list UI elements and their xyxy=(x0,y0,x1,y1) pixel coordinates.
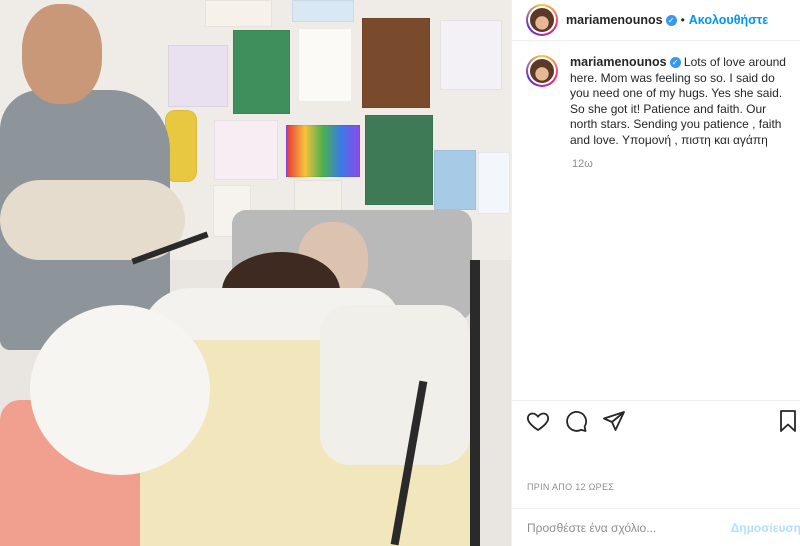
photo-drawing xyxy=(362,18,430,108)
header-separator: • xyxy=(680,13,685,27)
avatar-inner xyxy=(528,6,556,34)
photo-drawing xyxy=(233,30,290,114)
caption: mariamenounos ✓ Lots of love around here.… xyxy=(512,41,800,148)
comment-bar: Δημοσίευση xyxy=(512,508,800,546)
caption-timestamp[interactable]: 12ω xyxy=(572,158,800,170)
photo-drawing xyxy=(365,115,433,205)
photo-drawing xyxy=(440,20,502,90)
photo-drawing xyxy=(434,150,476,210)
post-photo[interactable] xyxy=(0,0,511,546)
header-username[interactable]: mariamenounos xyxy=(566,13,663,27)
comment-input[interactable] xyxy=(527,520,717,535)
photo-drawing xyxy=(214,120,278,180)
photo-man-head xyxy=(22,4,102,104)
caption-avatar-inner xyxy=(528,57,556,85)
instagram-post: mariamenounos ✓ • Ακολουθήστε mariamenou… xyxy=(0,0,800,546)
speech-bubble-icon[interactable] xyxy=(564,409,588,433)
photo-drawing xyxy=(298,28,352,102)
photo-drawing xyxy=(205,0,272,27)
verified-badge-icon: ✓ xyxy=(665,14,677,26)
caption-username[interactable]: mariamenounos xyxy=(570,55,667,69)
caption-avatar[interactable] xyxy=(526,55,558,87)
action-bar xyxy=(512,400,800,440)
photo-white-sheet xyxy=(320,305,470,465)
photo-drawing xyxy=(286,125,360,177)
verified-badge-icon: ✓ xyxy=(669,57,681,68)
heart-icon[interactable] xyxy=(526,409,550,433)
photo-white-dog xyxy=(30,305,210,475)
post-date[interactable]: ΠΡΙΝ ΑΠΟ 12 ΩΡΕΣ xyxy=(527,482,614,492)
photo-bed-rail xyxy=(470,260,480,546)
caption-avatar-image xyxy=(530,59,554,83)
follow-button[interactable]: Ακολουθήστε xyxy=(689,13,768,27)
photo-drawing xyxy=(168,45,228,107)
photo-drawing xyxy=(292,0,354,22)
avatar[interactable] xyxy=(526,4,558,36)
bookmark-icon[interactable] xyxy=(777,409,799,433)
photo-drawing xyxy=(478,152,510,214)
paper-plane-icon[interactable] xyxy=(602,409,626,433)
post-comment-button[interactable]: Δημοσίευση xyxy=(731,521,800,535)
post-header: mariamenounos ✓ • Ακολουθήστε xyxy=(512,0,800,41)
avatar-image xyxy=(530,8,554,32)
caption-body: mariamenounos ✓ Lots of love around here.… xyxy=(570,55,786,148)
photo-small-dog xyxy=(0,180,185,260)
post-sidebar: mariamenounos ✓ • Ακολουθήστε mariamenou… xyxy=(511,0,800,546)
